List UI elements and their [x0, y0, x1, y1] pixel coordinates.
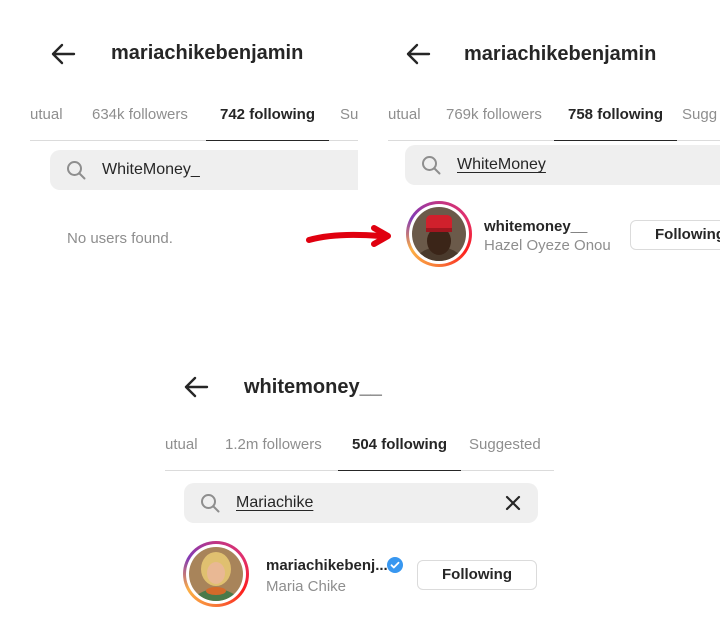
search-value[interactable]: WhiteMoney	[457, 156, 546, 174]
panel-b-following-list: mariachikebenjamin utual 769k followers …	[388, 30, 720, 280]
avatar-photo	[412, 207, 466, 261]
search-input[interactable]: Mariachike	[184, 483, 538, 523]
tab-mutual[interactable]: utual	[30, 100, 63, 140]
tab-suggested[interactable]: Su	[340, 100, 358, 140]
tab-followers[interactable]: 1.2m followers	[225, 430, 322, 470]
search-icon	[201, 494, 220, 513]
following-button[interactable]: Following	[417, 560, 537, 590]
tab-following[interactable]: 504 following	[337, 430, 462, 471]
back-arrow-icon[interactable]	[401, 37, 435, 71]
search-icon	[422, 156, 441, 175]
tab-bar: utual 769k followers 758 following Sugg	[388, 100, 720, 141]
search-value[interactable]: Mariachike	[236, 494, 313, 512]
tab-suggested[interactable]: Suggested	[469, 430, 541, 470]
verified-badge-icon	[387, 557, 403, 573]
empty-results-message: No users found.	[67, 230, 173, 247]
result-full-name: Hazel Oyeze Onou	[484, 237, 611, 254]
tab-following[interactable]: 742 following	[205, 100, 330, 141]
tab-following[interactable]: 758 following	[553, 100, 678, 141]
profile-username: mariachikebenjamin	[111, 42, 304, 64]
annotation-arrow-icon	[306, 225, 391, 247]
profile-username: whitemoney__	[244, 376, 382, 398]
avatar[interactable]	[406, 201, 472, 267]
back-arrow-icon[interactable]	[46, 37, 80, 71]
back-arrow-icon[interactable]	[179, 370, 213, 404]
close-icon[interactable]	[502, 492, 524, 514]
search-value[interactable]: WhiteMoney_	[102, 161, 200, 179]
avatar[interactable]	[183, 541, 249, 607]
search-input[interactable]: WhiteMoney_	[50, 150, 358, 190]
tab-followers[interactable]: 634k followers	[92, 100, 188, 140]
tab-bar: utual 1.2m followers 504 following Sugge…	[165, 430, 554, 471]
following-button[interactable]: Following	[630, 220, 720, 250]
profile-username: mariachikebenjamin	[464, 43, 657, 65]
tab-bar: utual 634k followers 742 following Su	[30, 100, 358, 141]
tab-mutual[interactable]: utual	[165, 430, 198, 470]
result-full-name: Maria Chike	[266, 578, 347, 595]
tab-mutual[interactable]: utual	[388, 100, 421, 140]
search-input[interactable]: WhiteMoney	[405, 145, 720, 185]
panel-c-following-list: whitemoney__ utual 1.2m followers 504 fo…	[165, 360, 555, 624]
result-username[interactable]: whitemoney__	[484, 218, 587, 235]
tab-followers[interactable]: 769k followers	[446, 100, 542, 140]
avatar-photo	[189, 547, 243, 601]
result-username[interactable]: mariachikebenj...	[266, 557, 388, 574]
search-icon	[67, 161, 86, 180]
tab-suggested[interactable]: Sugg	[682, 100, 717, 140]
